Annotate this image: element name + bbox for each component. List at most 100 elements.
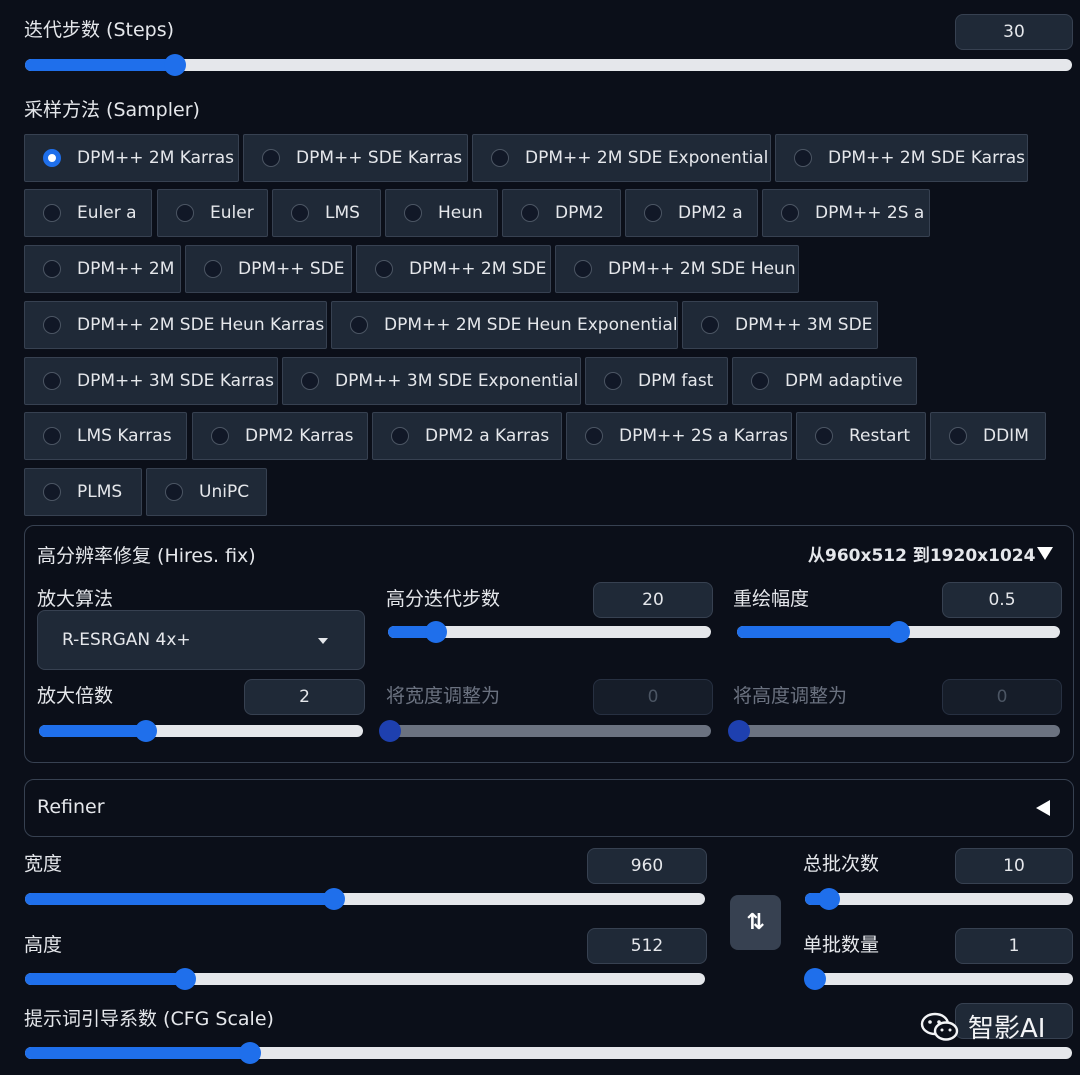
chevron-down-icon [318,638,328,644]
swap-dimensions-button[interactable]: ⇅ [730,895,781,950]
sampler-option[interactable]: DPM fast [585,357,728,405]
sampler-option[interactable]: DPM++ SDE Karras [243,134,468,182]
sampler-option-label: Euler a [77,203,137,223]
hires-steps-slider[interactable] [388,621,711,643]
resize-width-slider[interactable] [379,720,711,742]
resize-width-slider-thumb[interactable] [379,720,401,742]
sampler-option[interactable]: DPM adaptive [732,357,917,405]
batch-count-input[interactable]: 10 [955,848,1073,884]
sampler-option[interactable]: DPM++ 2M Karras [24,134,239,182]
denoise-slider-thumb[interactable] [887,621,910,643]
sampler-option-label: LMS Karras [77,426,172,446]
sampler-option-label: DPM++ 2S a [815,203,925,223]
sampler-option[interactable]: DPM++ 2S a [762,189,930,237]
sampler-option[interactable]: DPM++ 3M SDE Karras [24,357,278,405]
sampler-option-label: DPM2 Karras [245,426,354,446]
sampler-option[interactable]: DPM++ 2M [24,245,181,293]
radio-icon [404,204,422,222]
sampler-option[interactable]: LMS Karras [24,412,187,460]
scale-label: 放大倍数 [37,685,114,707]
batch-size-slider-thumb[interactable] [804,968,826,990]
refiner-panel[interactable] [24,779,1074,837]
radio-icon [701,316,719,334]
batch-size-slider[interactable] [804,968,1073,990]
sampler-option[interactable]: DPM++ 2M SDE Heun Karras [24,301,327,349]
sampler-option-label: PLMS [77,482,123,502]
hires-fix-title[interactable]: 高分辨率修复 (Hires. fix) [37,541,256,568]
sampler-option-label: DPM++ SDE [238,259,345,279]
resize-height-slider-thumb[interactable] [728,720,750,742]
batch-size-input[interactable]: 1 [955,928,1073,964]
sampler-option-label: DPM++ 3M SDE Karras [77,371,275,391]
steps-input[interactable]: 30 [955,14,1073,50]
upscaler-dropdown[interactable]: R-ESRGAN 4x+ [37,610,365,670]
radio-icon [585,427,603,445]
sampler-option[interactable]: DDIM [930,412,1046,460]
triangle-left-icon[interactable] [1036,800,1050,816]
batch-size-label: 单批数量 [803,934,880,956]
scale-input[interactable]: 2 [244,679,365,715]
cfg-slider[interactable] [25,1042,1072,1064]
cfg-slider-thumb[interactable] [239,1042,262,1064]
radio-icon [204,260,222,278]
height-slider-thumb[interactable] [173,968,196,990]
batch-count-slider[interactable] [805,888,1073,910]
radio-icon [43,372,61,390]
denoise-input[interactable]: 0.5 [942,582,1062,618]
sampler-option[interactable]: UniPC [146,468,267,516]
radio-icon [751,372,769,390]
cfg-label: 提示词引导系数 (CFG Scale) [24,1008,274,1030]
width-label: 宽度 [24,853,63,875]
sampler-option-label: DPM++ 2M [77,259,175,279]
sampler-option[interactable]: LMS [272,189,381,237]
sampler-option[interactable]: DPM2 [502,189,621,237]
radio-icon [781,204,799,222]
width-slider-thumb[interactable] [323,888,346,910]
resize-height-slider[interactable] [728,720,1060,742]
batch-count-label: 总批次数 [803,853,880,875]
resize-width-input[interactable]: 0 [593,679,713,715]
sampler-option[interactable]: DPM++ 2M SDE Heun Exponential [331,301,678,349]
sampler-option-label: DPM++ 2S a Karras [619,426,788,446]
sampler-option[interactable]: Euler a [24,189,152,237]
radio-icon [350,316,368,334]
sampler-option[interactable]: PLMS [24,468,142,516]
sampler-option[interactable]: Heun [385,189,498,237]
sampler-option[interactable]: DPM++ 3M SDE Exponential [282,357,581,405]
denoise-slider[interactable] [737,621,1060,643]
sampler-option[interactable]: DPM2 a Karras [372,412,562,460]
sampler-option-label: Heun [438,203,483,223]
resize-height-input[interactable]: 0 [942,679,1062,715]
sampler-option-label: UniPC [199,482,250,502]
sampler-option[interactable]: DPM++ 2M SDE Karras [775,134,1028,182]
sampler-option[interactable]: DPM2 Karras [192,412,368,460]
scale-slider-thumb[interactable] [134,720,157,742]
sampler-option[interactable]: DPM++ 2M SDE Heun [555,245,799,293]
steps-slider-thumb[interactable] [163,54,186,76]
sampler-option[interactable]: DPM++ 3M SDE [682,301,878,349]
sampler-option-label: DPM2 a [678,203,743,223]
radio-icon [211,427,229,445]
width-input[interactable]: 960 [587,848,707,884]
triangle-down-icon[interactable] [1037,547,1053,560]
height-slider[interactable] [25,968,705,990]
height-input[interactable]: 512 [587,928,707,964]
sampler-option[interactable]: DPM++ SDE [185,245,352,293]
height-label: 高度 [24,934,63,956]
batch-count-slider-thumb[interactable] [818,888,841,910]
sampler-option[interactable]: DPM++ 2S a Karras [566,412,792,460]
sampler-option[interactable]: Restart [796,412,926,460]
sampler-option-label: DPM++ 2M SDE Heun Karras [77,315,325,335]
hires-steps-input[interactable]: 20 [593,582,713,618]
sampler-option-label: DPM++ 3M SDE [735,315,873,335]
refiner-title: Refiner [37,796,105,818]
swap-vertical-icon: ⇅ [746,910,765,935]
scale-slider[interactable] [39,720,363,742]
radio-icon [43,204,61,222]
steps-slider[interactable] [25,54,1072,76]
sampler-option[interactable]: Euler [157,189,268,237]
sampler-option[interactable]: DPM++ 2M SDE [356,245,551,293]
sampler-option[interactable]: DPM++ 2M SDE Exponential [472,134,771,182]
sampler-option[interactable]: DPM2 a [625,189,758,237]
width-slider[interactable] [25,888,705,910]
